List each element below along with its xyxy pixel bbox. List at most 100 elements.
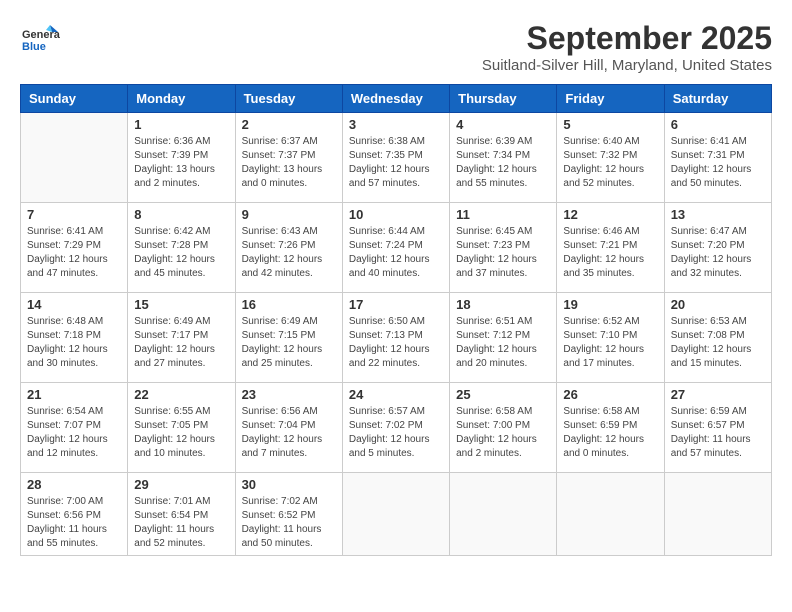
day-header-wednesday: Wednesday xyxy=(342,85,449,113)
calendar-cell: 24 Sunrise: 6:57 AMSunset: 7:02 PMDayligh… xyxy=(342,383,449,473)
page-header: General Blue September 2025 Suitland-Sil… xyxy=(20,20,772,74)
calendar-cell xyxy=(342,473,449,556)
calendar-cell: 26Sunrise: 6:58 AMSunset: 6:59 PMDayligh… xyxy=(557,383,664,473)
calendar-cell: 2 Sunrise: 6:37 AMSunset: 7:37 PMDaylight… xyxy=(235,113,342,203)
day-header-sunday: Sunday xyxy=(21,85,128,113)
day-header-monday: Monday xyxy=(128,85,235,113)
calendar-header-row: SundayMondayTuesdayWednesdayThursdayFrid… xyxy=(21,85,772,113)
day-info: Sunrise: 6:43 AMSunset: 7:26 PMDaylight:… xyxy=(242,225,336,281)
day-info: Sunrise: 6:49 AMSunset: 7:15 PMDaylight:… xyxy=(242,315,336,371)
day-number: 27 xyxy=(671,387,765,402)
day-number: 19 xyxy=(563,297,657,312)
day-info: Sunrise: 6:36 AMSunset: 7:39 PMDaylight:… xyxy=(134,135,228,191)
svg-text:Blue: Blue xyxy=(22,41,46,53)
calendar-cell: 25Sunrise: 6:58 AMSunset: 7:00 PMDayligh… xyxy=(450,383,557,473)
day-number: 5 xyxy=(563,117,657,132)
day-number: 10 xyxy=(349,207,443,222)
day-header-saturday: Saturday xyxy=(664,85,771,113)
day-number: 25 xyxy=(456,387,550,402)
day-info: Sunrise: 6:52 AMSunset: 7:10 PMDaylight:… xyxy=(563,315,657,371)
calendar-cell xyxy=(557,473,664,556)
calendar-cell: 19 Sunrise: 6:52 AMSunset: 7:10 PMDayligh… xyxy=(557,293,664,383)
day-number: 21 xyxy=(27,387,121,402)
calendar-cell: 16 Sunrise: 6:49 AMSunset: 7:15 PMDayligh… xyxy=(235,293,342,383)
calendar-cell: 27Sunrise: 6:59 AMSunset: 6:57 PMDayligh… xyxy=(664,383,771,473)
calendar-week-1: 1Sunrise: 6:36 AMSunset: 7:39 PMDaylight… xyxy=(21,113,772,203)
location: Suitland-Silver Hill, Maryland, United S… xyxy=(482,57,772,74)
calendar-cell: 5 Sunrise: 6:40 AMSunset: 7:32 PMDaylight… xyxy=(557,113,664,203)
day-info: Sunrise: 6:48 AMSunset: 7:18 PMDaylight:… xyxy=(27,315,121,371)
calendar-cell: 6 Sunrise: 6:41 AMSunset: 7:31 PMDaylight… xyxy=(664,113,771,203)
day-number: 28 xyxy=(27,477,121,492)
month-title: September 2025 xyxy=(482,20,772,57)
title-area: September 2025 Suitland-Silver Hill, Mar… xyxy=(482,20,772,74)
day-info: Sunrise: 6:44 AMSunset: 7:24 PMDaylight:… xyxy=(349,225,443,281)
day-number: 2 xyxy=(242,117,336,132)
day-info: Sunrise: 6:51 AMSunset: 7:12 PMDaylight:… xyxy=(456,315,550,371)
day-number: 9 xyxy=(242,207,336,222)
day-number: 24 xyxy=(349,387,443,402)
day-number: 20 xyxy=(671,297,765,312)
calendar-cell: 7Sunrise: 6:41 AMSunset: 7:29 PMDaylight… xyxy=(21,203,128,293)
day-info: Sunrise: 6:50 AMSunset: 7:13 PMDaylight:… xyxy=(349,315,443,371)
calendar-cell: 30Sunrise: 7:02 AMSunset: 6:52 PMDayligh… xyxy=(235,473,342,556)
calendar-cell: 1Sunrise: 6:36 AMSunset: 7:39 PMDaylight… xyxy=(128,113,235,203)
calendar-cell xyxy=(664,473,771,556)
day-info: Sunrise: 6:53 AMSunset: 7:08 PMDaylight:… xyxy=(671,315,765,371)
day-header-thursday: Thursday xyxy=(450,85,557,113)
calendar-body: 1Sunrise: 6:36 AMSunset: 7:39 PMDaylight… xyxy=(21,113,772,556)
day-info: Sunrise: 7:02 AMSunset: 6:52 PMDaylight:… xyxy=(242,495,336,551)
calendar-cell: 8 Sunrise: 6:42 AMSunset: 7:28 PMDaylight… xyxy=(128,203,235,293)
calendar-week-3: 14Sunrise: 6:48 AMSunset: 7:18 PMDayligh… xyxy=(21,293,772,383)
logo-icon: General Blue xyxy=(20,20,60,60)
calendar-cell: 28Sunrise: 7:00 AMSunset: 6:56 PMDayligh… xyxy=(21,473,128,556)
day-info: Sunrise: 6:38 AMSunset: 7:35 PMDaylight:… xyxy=(349,135,443,191)
day-header-friday: Friday xyxy=(557,85,664,113)
day-number: 8 xyxy=(134,207,228,222)
day-number: 23 xyxy=(242,387,336,402)
day-info: Sunrise: 6:37 AMSunset: 7:37 PMDaylight:… xyxy=(242,135,336,191)
calendar-cell: 3 Sunrise: 6:38 AMSunset: 7:35 PMDaylight… xyxy=(342,113,449,203)
calendar-cell: 14Sunrise: 6:48 AMSunset: 7:18 PMDayligh… xyxy=(21,293,128,383)
day-number: 26 xyxy=(563,387,657,402)
day-info: Sunrise: 6:55 AMSunset: 7:05 PMDaylight:… xyxy=(134,405,228,461)
day-number: 13 xyxy=(671,207,765,222)
calendar-cell: 20 Sunrise: 6:53 AMSunset: 7:08 PMDayligh… xyxy=(664,293,771,383)
calendar-cell: 12Sunrise: 6:46 AMSunset: 7:21 PMDayligh… xyxy=(557,203,664,293)
calendar-week-4: 21Sunrise: 6:54 AMSunset: 7:07 PMDayligh… xyxy=(21,383,772,473)
calendar-cell: 23 Sunrise: 6:56 AMSunset: 7:04 PMDayligh… xyxy=(235,383,342,473)
logo: General Blue xyxy=(20,20,64,60)
calendar-cell: 4 Sunrise: 6:39 AMSunset: 7:34 PMDaylight… xyxy=(450,113,557,203)
day-info: Sunrise: 6:46 AMSunset: 7:21 PMDaylight:… xyxy=(563,225,657,281)
day-info: Sunrise: 6:47 AMSunset: 7:20 PMDaylight:… xyxy=(671,225,765,281)
calendar-cell: 9 Sunrise: 6:43 AMSunset: 7:26 PMDaylight… xyxy=(235,203,342,293)
day-number: 16 xyxy=(242,297,336,312)
day-number: 29 xyxy=(134,477,228,492)
calendar-cell: 21Sunrise: 6:54 AMSunset: 7:07 PMDayligh… xyxy=(21,383,128,473)
calendar-cell: 15Sunrise: 6:49 AMSunset: 7:17 PMDayligh… xyxy=(128,293,235,383)
day-number: 18 xyxy=(456,297,550,312)
calendar-cell: 10 Sunrise: 6:44 AMSunset: 7:24 PMDayligh… xyxy=(342,203,449,293)
day-number: 4 xyxy=(456,117,550,132)
day-number: 11 xyxy=(456,207,550,222)
calendar-cell: 22Sunrise: 6:55 AMSunset: 7:05 PMDayligh… xyxy=(128,383,235,473)
calendar-cell xyxy=(21,113,128,203)
day-number: 3 xyxy=(349,117,443,132)
day-number: 17 xyxy=(349,297,443,312)
day-number: 6 xyxy=(671,117,765,132)
day-number: 15 xyxy=(134,297,228,312)
calendar-week-5: 28Sunrise: 7:00 AMSunset: 6:56 PMDayligh… xyxy=(21,473,772,556)
day-info: Sunrise: 6:41 AMSunset: 7:31 PMDaylight:… xyxy=(671,135,765,191)
day-info: Sunrise: 6:57 AMSunset: 7:02 PMDaylight:… xyxy=(349,405,443,461)
calendar-cell: 29Sunrise: 7:01 AMSunset: 6:54 PMDayligh… xyxy=(128,473,235,556)
calendar-table: SundayMondayTuesdayWednesdayThursdayFrid… xyxy=(20,84,772,556)
day-header-tuesday: Tuesday xyxy=(235,85,342,113)
calendar-cell: 17 Sunrise: 6:50 AMSunset: 7:13 PMDayligh… xyxy=(342,293,449,383)
day-info: Sunrise: 6:42 AMSunset: 7:28 PMDaylight:… xyxy=(134,225,228,281)
calendar-cell: 13 Sunrise: 6:47 AMSunset: 7:20 PMDayligh… xyxy=(664,203,771,293)
day-info: Sunrise: 6:45 AMSunset: 7:23 PMDaylight:… xyxy=(456,225,550,281)
day-info: Sunrise: 6:41 AMSunset: 7:29 PMDaylight:… xyxy=(27,225,121,281)
day-info: Sunrise: 6:40 AMSunset: 7:32 PMDaylight:… xyxy=(563,135,657,191)
day-info: Sunrise: 6:39 AMSunset: 7:34 PMDaylight:… xyxy=(456,135,550,191)
day-info: Sunrise: 6:56 AMSunset: 7:04 PMDaylight:… xyxy=(242,405,336,461)
